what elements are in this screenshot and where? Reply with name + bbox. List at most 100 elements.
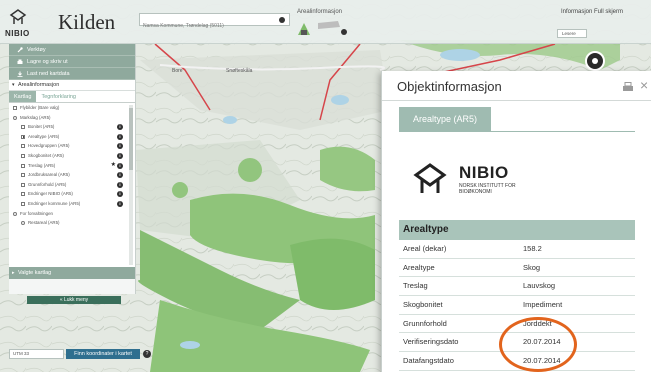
- layer-label: Flybilder (Bare valg): [20, 105, 60, 110]
- layer-item[interactable]: Flybilder (Bare valg): [9, 103, 135, 113]
- sidebar: Verktøy Lagre og skriv ut Last ned kartd…: [9, 44, 136, 294]
- logo-subtitle: NORSK INSTITUTT FOR BIOØKONOMI: [459, 183, 516, 195]
- attribute-value: Impediment: [523, 300, 563, 310]
- info-icon[interactable]: i: [117, 181, 123, 188]
- layer-checkbox[interactable]: [21, 125, 25, 130]
- attribute-value: Lauvskog: [523, 281, 556, 291]
- layer-label: For forvaltningen: [20, 210, 53, 216]
- nibio-logo-icon: [9, 9, 27, 24]
- find-coordinates-button[interactable]: Finn koordinater i kartet: [66, 349, 140, 359]
- map-place-label: Bore: [172, 68, 183, 74]
- valgte-label: Valgte kartlag: [18, 270, 52, 276]
- layer-item[interactable]: Restareal (AR5): [9, 218, 135, 228]
- table-row: Arealtype Skog: [399, 259, 635, 278]
- header-links[interactable]: Informasjon Full skjerm: [561, 9, 623, 15]
- wrench-icon: [17, 47, 23, 53]
- caret-right-icon: ▸: [12, 270, 15, 276]
- menu-last-ned[interactable]: Last ned kartdata: [9, 68, 135, 80]
- search-input[interactable]: [140, 20, 268, 32]
- tab-arealtype[interactable]: Arealtype (AR5): [399, 107, 491, 131]
- layer-checkbox[interactable]: [21, 173, 25, 178]
- sidebar-tabs: Kartlag Tegnforklaring: [9, 91, 135, 103]
- layer-item[interactable]: Endringer kommune (AR5) i: [9, 199, 135, 209]
- layer-item[interactable]: Markslag (AR5): [9, 113, 135, 123]
- layer-item[interactable]: Hovedgruppen (AR5) i: [9, 141, 135, 151]
- layer-label: Arealtype (AR5): [28, 133, 60, 139]
- table-row: Treslag Lauvskog: [399, 277, 635, 297]
- info-icon[interactable]: i: [117, 124, 123, 131]
- attribute-key: Arealtype: [403, 262, 435, 272]
- layer-checkbox[interactable]: [21, 144, 25, 149]
- layer-item[interactable]: Grunnforhold (AR5) i: [9, 180, 135, 190]
- layer-checkbox[interactable]: [13, 106, 17, 110]
- layer-checkbox[interactable]: [21, 192, 25, 197]
- layer-label: Hovedgruppen (AR5): [28, 143, 70, 149]
- menu-label: Last ned kartdata: [27, 71, 70, 77]
- tab-tegnforklaring[interactable]: Tegnforklaring: [36, 91, 81, 102]
- layer-checkbox[interactable]: [21, 153, 25, 158]
- help-icon[interactable]: ?: [143, 350, 151, 358]
- layer-label: Endringer kommune (AR5): [28, 200, 81, 206]
- layer-item[interactable]: Treslag (AR5) ★ i: [9, 161, 135, 171]
- search-box[interactable]: [139, 13, 290, 32]
- layer-checkbox[interactable]: [21, 201, 25, 206]
- info-icon[interactable]: i: [117, 133, 123, 140]
- layer-item[interactable]: Endringer NIBIO (AR5) i: [9, 189, 135, 199]
- table-row: Skogbonitet Impediment: [399, 296, 635, 315]
- expand-icon[interactable]: [21, 221, 25, 226]
- caret-down-icon: ▾: [12, 82, 15, 88]
- star-icon[interactable]: ★: [111, 161, 116, 171]
- menu-lagre[interactable]: Lagre og skriv ut: [9, 56, 135, 68]
- attribute-value: Skog: [523, 262, 541, 272]
- expand-icon[interactable]: [13, 115, 17, 120]
- attribute-key: Skogbonitet: [403, 300, 443, 310]
- layer-checkbox[interactable]: [21, 163, 25, 168]
- info-icon[interactable]: i: [117, 143, 123, 150]
- logo-name: NIBIO: [459, 163, 509, 182]
- attribute-key: Grunnforhold: [403, 318, 447, 328]
- layer-item[interactable]: Bonitet (AR5) i: [9, 122, 135, 132]
- search-icon[interactable]: [278, 16, 286, 24]
- attribute-key: Verifiseringsdato: [403, 337, 459, 347]
- layer-item[interactable]: Arealtype (AR5) i: [9, 132, 135, 142]
- layer-item[interactable]: For forvaltningen: [9, 209, 135, 219]
- area-tool-icons[interactable]: [296, 17, 356, 37]
- layer-checkbox[interactable]: [21, 182, 25, 187]
- tab-kartlag[interactable]: Kartlag: [9, 91, 37, 102]
- menu-label: Verktøy: [27, 47, 46, 53]
- layer-label: Skogbonitet (AR5): [28, 152, 64, 158]
- layer-checkbox[interactable]: [21, 134, 25, 139]
- nibio-logo-icon: [413, 163, 447, 193]
- info-icon[interactable]: i: [117, 162, 123, 169]
- language-select[interactable]: Lesere: [557, 29, 587, 38]
- layer-item[interactable]: Jordbruksareal (AR5) i: [9, 170, 135, 180]
- app-header: NIBIO Kilden Arealinformasjon Informasjo…: [0, 0, 651, 44]
- info-icon[interactable]: i: [117, 200, 123, 207]
- close-icon[interactable]: ×: [640, 77, 648, 93]
- layer-label: Restareal (AR5): [28, 220, 60, 226]
- expand-icon[interactable]: [13, 211, 17, 216]
- info-icon[interactable]: i: [117, 152, 123, 159]
- info-icon[interactable]: i: [117, 172, 123, 179]
- menu-verktoy[interactable]: Verktøy: [9, 44, 135, 56]
- areal-title: Arealinformasjon: [297, 9, 343, 15]
- layer-label: Treslag (AR5): [28, 162, 56, 168]
- layer-item[interactable]: Skogbonitet (AR5) i: [9, 151, 135, 161]
- valgte-kartlag[interactable]: ▸ Valgte kartlag: [9, 267, 135, 279]
- table-row: Areal (dekar) 158.2: [399, 240, 635, 259]
- app-title: Kilden: [58, 10, 116, 34]
- projection-select[interactable]: UTM 33: [9, 349, 64, 359]
- attribute-key: Treslag: [403, 281, 428, 291]
- section-title: Arealinformasjon: [18, 82, 60, 88]
- menu-label: Lagre og skriv ut: [27, 59, 68, 65]
- map-place-label: Snøfteskåla: [226, 68, 253, 74]
- attribute-key: Areal (dekar): [403, 244, 447, 253]
- close-menu-button[interactable]: « Lukk meny: [27, 296, 121, 304]
- divider: [399, 131, 635, 132]
- print-icon[interactable]: [622, 82, 634, 92]
- attribute-key: Datafangstdato: [403, 356, 454, 366]
- section-arealinformasjon[interactable]: ▾ Arealinformasjon: [9, 80, 135, 91]
- attribute-section-title: Arealtype: [399, 220, 635, 240]
- info-icon[interactable]: i: [117, 191, 123, 198]
- locate-icon[interactable]: [585, 51, 605, 71]
